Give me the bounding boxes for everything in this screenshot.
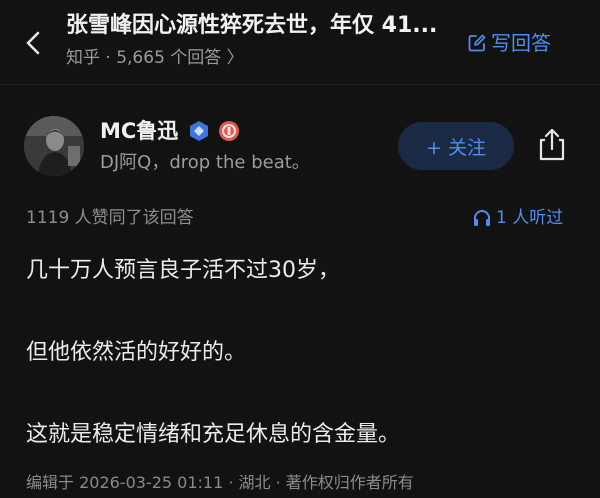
follow-button[interactable]: + 关注 — [398, 122, 514, 170]
likes-count: 1119 人赞同了该回答 — [26, 208, 194, 228]
write-answer-button[interactable]: 写回答 — [467, 28, 551, 58]
listeners-count: 1 人听过 — [496, 208, 564, 228]
answer-paragraph: 几十万人预言良子活不过30岁， — [26, 258, 340, 283]
share-icon[interactable] — [533, 126, 571, 164]
question-subtitle[interactable]: 知乎 · 5,665 个回答 〉 — [66, 44, 244, 72]
avatar[interactable] — [24, 116, 84, 176]
top-bar: 张雪峰因心源性猝死去世，年仅 41... 知乎 · 5,665 个回答 〉 写回… — [0, 0, 600, 84]
edit-info: 编辑于 2026-03-25 01:11 · 湖北 · 著作权归作者所有 — [26, 473, 414, 492]
author-row: MC鲁迅 — [100, 116, 240, 146]
headphones-icon — [474, 210, 490, 226]
medal-badge-icon — [219, 121, 240, 141]
header-divider — [0, 84, 600, 85]
answer-paragraph: 但他依然活的好好的。 — [26, 340, 247, 365]
write-answer-label: 写回答 — [491, 31, 551, 55]
author-name[interactable]: MC鲁迅 — [100, 116, 178, 146]
verified-badge-icon — [190, 121, 209, 141]
edit-icon — [468, 34, 486, 52]
back-arrow-icon[interactable] — [20, 27, 48, 59]
question-title[interactable]: 张雪峰因心源性猝死去世，年仅 41... — [66, 8, 458, 44]
answer-paragraph: 这就是稳定情绪和充足休息的含金量。 — [26, 422, 401, 447]
avatar-portrait — [24, 116, 84, 176]
author-bio: DJ阿Q，drop the beat。 — [100, 152, 310, 173]
listen-button[interactable]: 1 人听过 — [472, 204, 563, 232]
